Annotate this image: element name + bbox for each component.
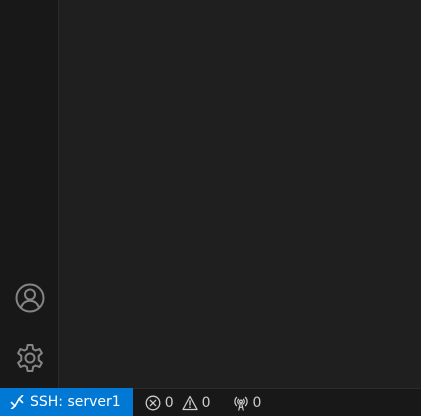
ports-status[interactable]: 0 — [227, 389, 268, 416]
broadcast-icon — [233, 396, 248, 411]
remote-label: SSH: server1 — [30, 394, 121, 410]
gear-icon — [16, 344, 43, 372]
editor-area[interactable] — [59, 0, 421, 388]
vscode-window: SSH: server1 0 0 0 — [0, 0, 421, 416]
problems-status[interactable]: 0 0 — [139, 389, 217, 416]
remote-icon — [10, 395, 24, 409]
ports-count: 0 — [252, 394, 262, 411]
manage-button[interactable] — [0, 334, 59, 382]
status-bar: SSH: server1 0 0 0 — [0, 388, 421, 416]
error-icon — [145, 395, 161, 410]
error-count: 0 — [164, 394, 174, 411]
activity-bar — [0, 0, 59, 388]
warning-icon — [181, 395, 198, 410]
account-icon — [15, 283, 44, 313]
warning-count: 0 — [201, 394, 211, 411]
accounts-button[interactable] — [0, 274, 59, 322]
remote-indicator[interactable]: SSH: server1 — [0, 388, 133, 416]
